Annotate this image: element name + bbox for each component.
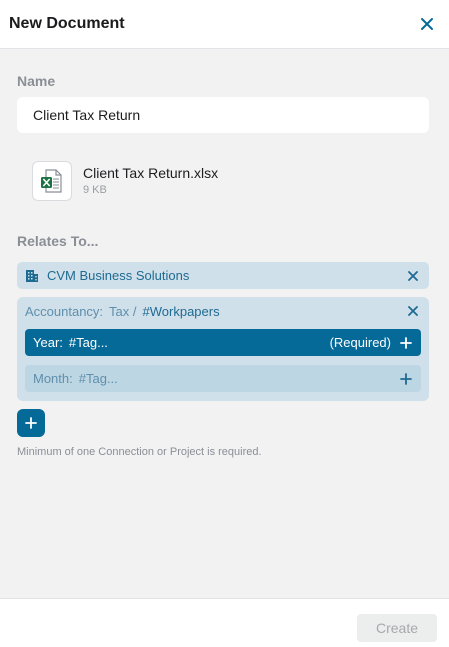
- project-group: Accountancy: Tax / #Workpapers Year: #Ta…: [17, 297, 429, 401]
- remove-project-button[interactable]: [405, 303, 421, 319]
- crumb-current: #Workpapers: [142, 303, 220, 319]
- required-badge: (Required): [329, 335, 391, 350]
- file-name: Client Tax Return.xlsx: [83, 165, 219, 181]
- year-tag-row[interactable]: Year: #Tag... (Required): [25, 329, 421, 356]
- add-month-tag-button[interactable]: [399, 372, 413, 386]
- dialog-title: New Document: [9, 15, 125, 32]
- year-placeholder: #Tag...: [68, 335, 108, 350]
- excel-file-icon: [41, 169, 62, 193]
- close-icon: [421, 18, 433, 30]
- name-input[interactable]: [17, 97, 429, 133]
- add-relation-button[interactable]: [17, 409, 45, 437]
- dialog-header: New Document: [0, 0, 449, 49]
- month-placeholder: #Tag...: [78, 371, 118, 386]
- crumb-parent: Tax /: [109, 303, 137, 319]
- plus-icon: [25, 417, 37, 429]
- connection-chip[interactable]: CVM Business Solutions: [17, 262, 429, 289]
- plus-icon: [400, 336, 412, 349]
- dialog-footer: Create: [0, 598, 449, 647]
- relates-to-label: Relates To...: [17, 233, 99, 249]
- attached-file: Client Tax Return.xlsx 9 KB: [32, 161, 218, 201]
- add-year-tag-button[interactable]: [399, 336, 413, 350]
- connection-name: CVM Business Solutions: [47, 268, 190, 283]
- month-label: Month:: [33, 371, 73, 386]
- year-label: Year:: [33, 335, 63, 350]
- dialog-body: Name Client Tax Return.xlsx 9 KB Relates…: [0, 49, 449, 598]
- file-meta: Client Tax Return.xlsx 9 KB: [83, 165, 218, 196]
- building-icon: [26, 269, 38, 282]
- close-button[interactable]: [415, 12, 439, 36]
- file-thumbnail: [32, 161, 72, 201]
- plus-icon: [400, 372, 412, 385]
- remove-connection-button[interactable]: [405, 268, 421, 284]
- close-icon: [408, 306, 418, 316]
- file-size: 9 KB: [83, 184, 107, 196]
- crumb-category: Accountancy:: [25, 303, 104, 319]
- month-tag-row[interactable]: Month: #Tag...: [25, 365, 421, 392]
- close-icon: [408, 270, 418, 281]
- name-label: Name: [17, 73, 56, 89]
- create-button[interactable]: Create: [357, 614, 437, 642]
- relation-hint: Minimum of one Connection or Project is …: [17, 446, 262, 458]
- project-breadcrumb: Accountancy: Tax / #Workpapers: [25, 303, 421, 319]
